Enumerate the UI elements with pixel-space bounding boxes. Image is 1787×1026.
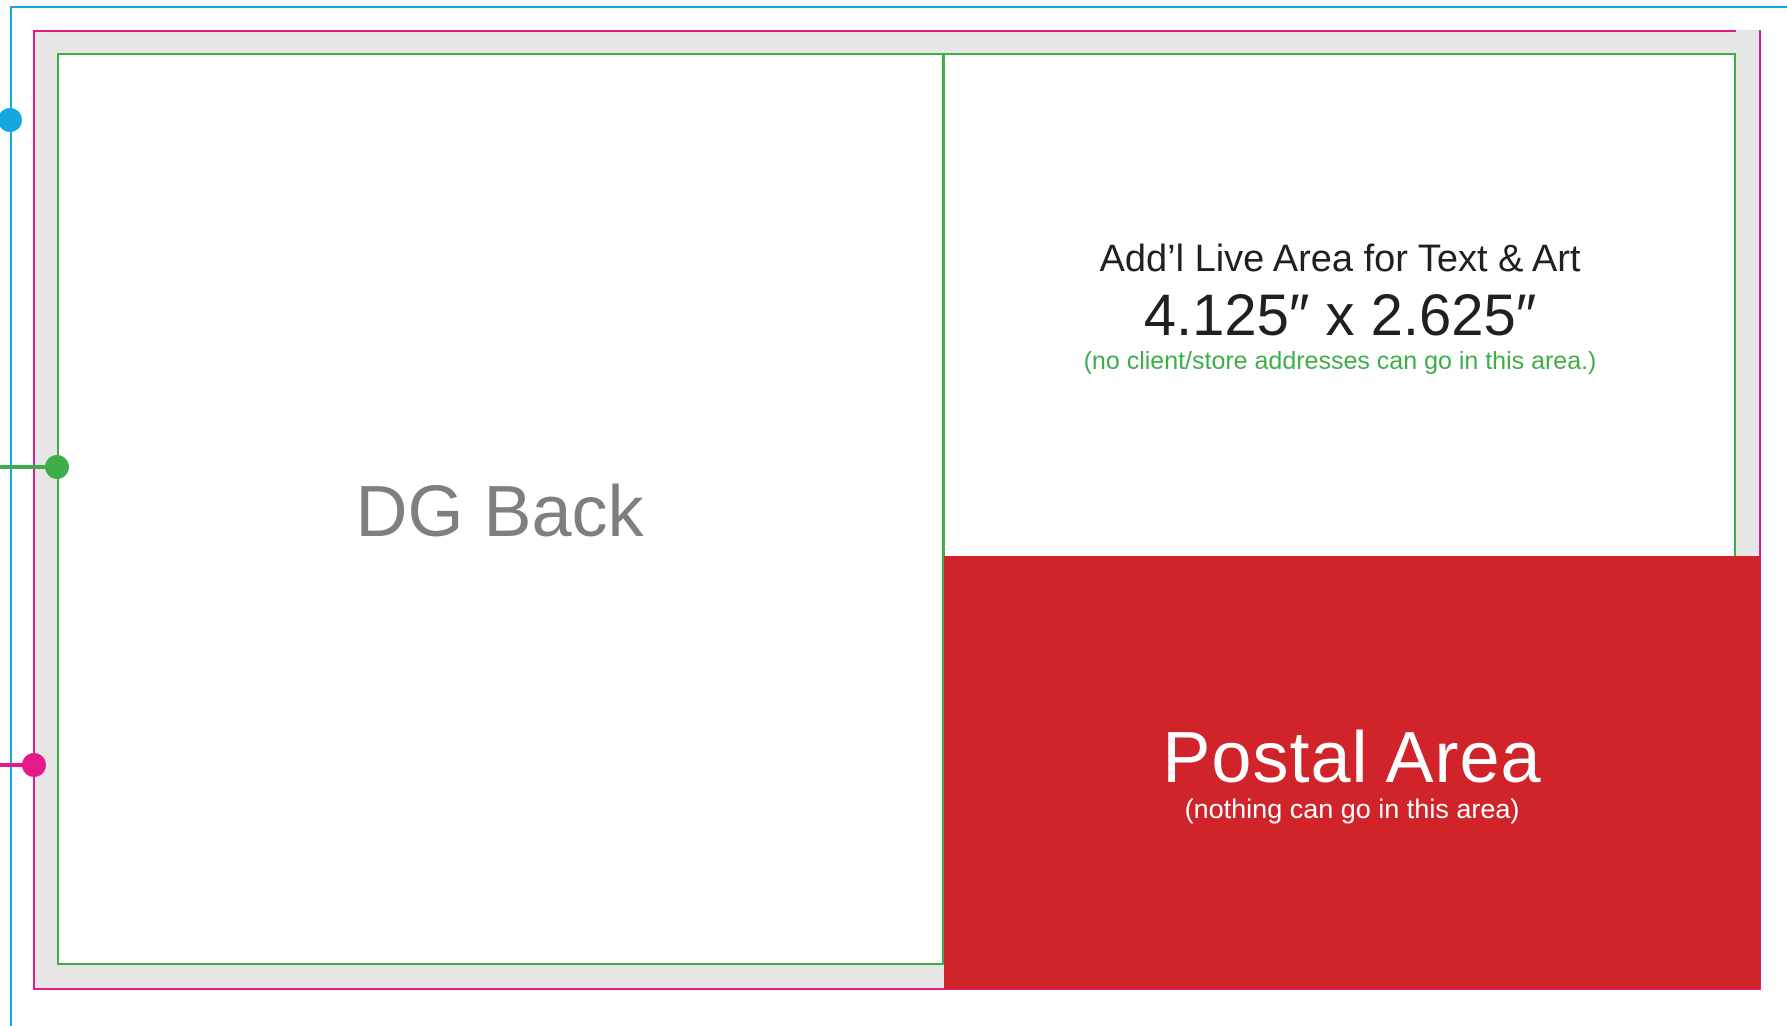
back-panel-label: DG Back <box>355 472 644 552</box>
live-area-dimensions: 4.125″ x 2.625″ <box>1143 283 1537 348</box>
postal-area-subtitle: (nothing can go in this area) <box>1184 794 1520 824</box>
margin-band <box>1736 30 1759 558</box>
live-area-note: (no client/store addresses can go in thi… <box>1083 347 1597 375</box>
trim-marker-dot <box>22 753 46 777</box>
live-area-title: Add’l Live Area for Text & Art <box>1099 238 1581 280</box>
safe-guide-leader <box>0 465 50 469</box>
safe-marker-dot <box>45 455 69 479</box>
postal-area-title: Postal Area <box>1162 718 1542 798</box>
